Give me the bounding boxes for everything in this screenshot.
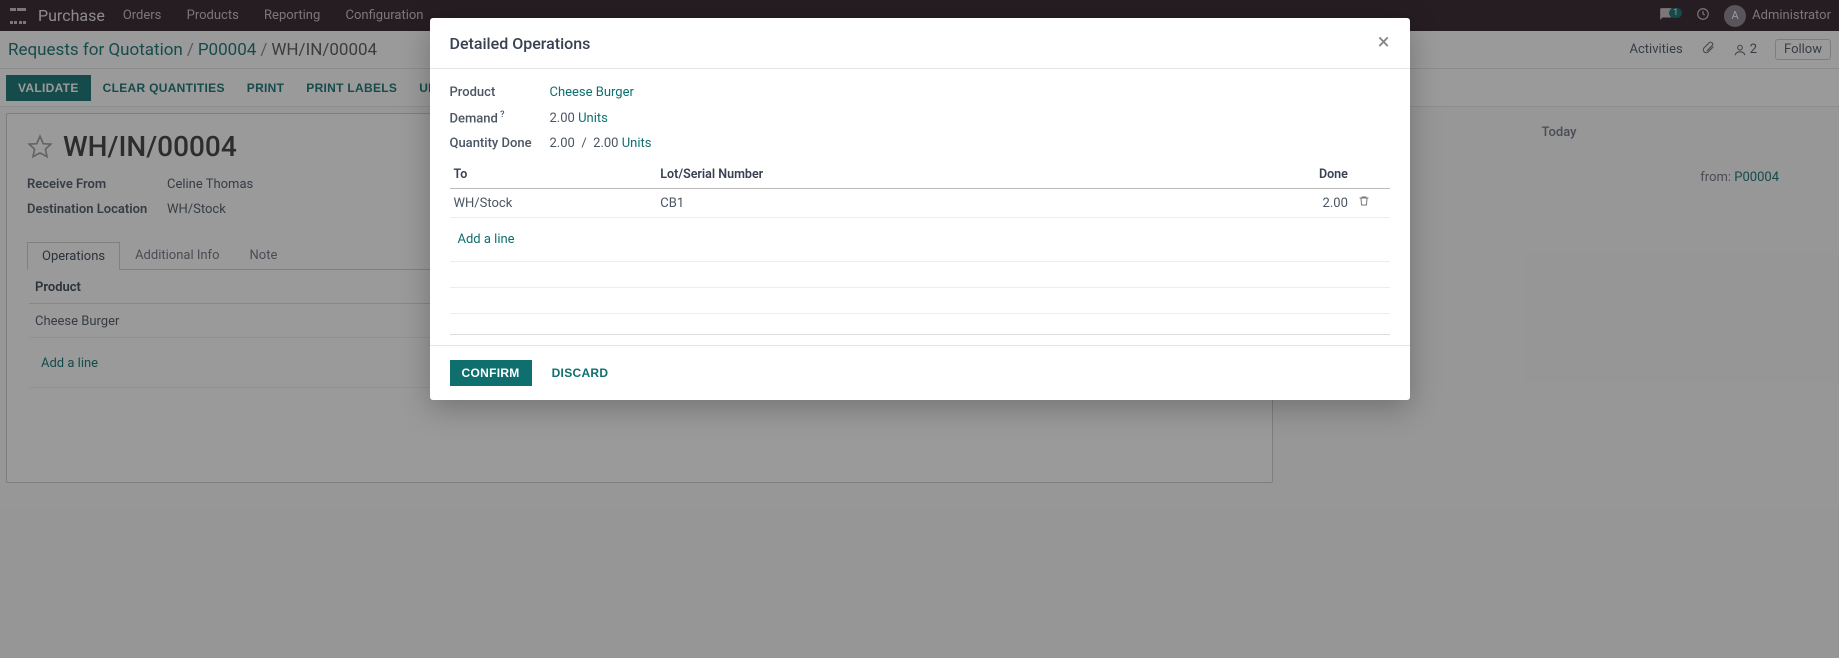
discard-button[interactable]: DISCARD <box>542 360 619 386</box>
modal-qty-done-label: Quantity Done <box>450 136 550 151</box>
modal-qty-units[interactable]: Units <box>622 136 652 151</box>
modal-demand-qty: 2.00 <box>550 111 575 126</box>
col-lot: Lot/Serial Number <box>656 161 1220 189</box>
col-done: Done <box>1220 161 1352 189</box>
modal-lines-table: To Lot/Serial Number Done WH/Stock CB1 2… <box>450 161 1390 314</box>
close-icon[interactable]: × <box>1378 32 1390 54</box>
modal-qty-done: 2.00 <box>550 136 575 151</box>
detailed-operations-modal: Detailed Operations × Product Cheese Bur… <box>430 18 1410 400</box>
modal-title: Detailed Operations <box>450 34 591 53</box>
cell-to[interactable]: WH/Stock <box>450 189 657 218</box>
cell-lot[interactable]: CB1 <box>656 189 1220 218</box>
cell-done[interactable]: 2.00 <box>1220 189 1352 218</box>
modal-qty-total: 2.00 <box>593 136 618 151</box>
help-icon[interactable]: ? <box>498 110 505 120</box>
modal-overlay[interactable]: Detailed Operations × Product Cheese Bur… <box>0 0 1839 658</box>
confirm-button[interactable]: CONFIRM <box>450 360 532 386</box>
delete-line-icon[interactable] <box>1352 189 1390 218</box>
modal-add-line[interactable]: Add a line <box>454 224 519 255</box>
col-to: To <box>450 161 657 189</box>
modal-product-link[interactable]: Cheese Burger <box>550 85 634 100</box>
table-row[interactable]: WH/Stock CB1 2.00 <box>450 189 1390 218</box>
modal-product-label: Product <box>450 85 550 100</box>
modal-demand-units[interactable]: Units <box>578 111 608 126</box>
modal-demand-label: Demand ? <box>450 110 550 126</box>
